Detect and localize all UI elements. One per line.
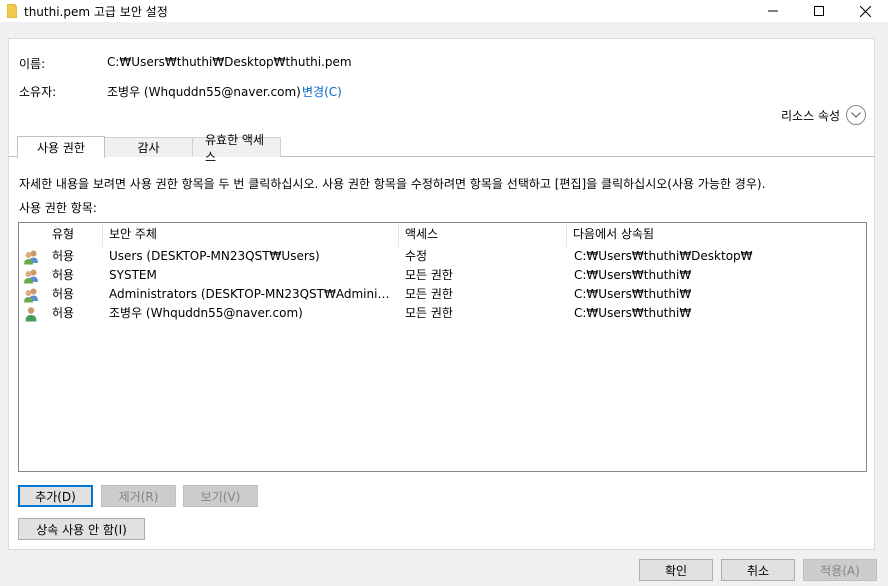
- row-type: 허용: [52, 306, 75, 320]
- row-principal: Administrators (DESKTOP-MN23QST₩Administ…: [109, 287, 393, 301]
- table-row[interactable]: 허용 Users (DESKTOP-MN23QST₩Users) 수정 C:₩U…: [19, 247, 866, 266]
- row-type: 허용: [52, 287, 75, 301]
- table-row[interactable]: 허용 조병우 (Whquddn55@naver.com) 모든 권한 C:₩Us…: [19, 304, 866, 323]
- resource-properties-toggle[interactable]: 리소스 속성: [781, 105, 866, 125]
- row-inherited: C:₩Users₩thuthi₩: [574, 287, 692, 301]
- row-principal: Users (DESKTOP-MN23QST₩Users): [109, 249, 320, 263]
- close-icon: [859, 5, 871, 17]
- owner-value: 조병우 (Whquddn55@naver.com): [107, 85, 301, 99]
- group-icon: [24, 250, 38, 265]
- tab-permissions[interactable]: 사용 권한: [17, 136, 105, 158]
- tab-strip: 사용 권한 감사 유효한 액세스: [17, 133, 281, 164]
- expand-circle: [846, 105, 866, 125]
- user-icon: [25, 307, 37, 322]
- row-access: 모든 권한: [405, 306, 453, 320]
- row-inherited: C:₩Users₩thuthi₩: [574, 306, 692, 320]
- view-button[interactable]: 보기(V): [183, 485, 258, 507]
- remove-button[interactable]: 제거(R): [101, 485, 176, 507]
- group-icon: [24, 269, 38, 284]
- chevron-down-icon: [851, 112, 861, 118]
- row-inherited: C:₩Users₩thuthi₩Desktop₩: [574, 249, 753, 263]
- title-bar: thuthi.pem 고급 보안 설정: [0, 0, 888, 22]
- minimize-icon: [768, 10, 778, 12]
- apply-button[interactable]: 적용(A): [803, 559, 877, 581]
- disable-inheritance-button[interactable]: 상속 사용 안 함(I): [18, 518, 145, 540]
- row-inherited: C:₩Users₩thuthi₩: [574, 268, 692, 282]
- permission-entries-label: 사용 권한 항목:: [19, 201, 97, 215]
- file-icon: [7, 4, 17, 18]
- row-type: 허용: [52, 268, 75, 282]
- list-header: 유형 보안 주체 액세스 다음에서 상속됨: [19, 223, 866, 247]
- column-header-principal[interactable]: 보안 주체: [103, 223, 399, 247]
- tab-auditing[interactable]: 감사: [104, 137, 193, 157]
- add-button[interactable]: 추가(D): [18, 485, 93, 507]
- name-value: C:₩Users₩thuthi₩Desktop₩thuthi.pem: [107, 55, 352, 69]
- column-header-access[interactable]: 액세스: [399, 223, 567, 247]
- main-panel: 이름: C:₩Users₩thuthi₩Desktop₩thuthi.pem 소…: [8, 38, 875, 550]
- table-row[interactable]: 허용 SYSTEM 모든 권한 C:₩Users₩thuthi₩: [19, 266, 866, 285]
- description-text: 자세한 내용을 보려면 사용 권한 항목을 두 번 클릭하십시오. 사용 권한 …: [19, 177, 766, 191]
- row-access: 모든 권한: [405, 268, 453, 282]
- row-principal: 조병우 (Whquddn55@naver.com): [109, 306, 303, 320]
- change-owner-link[interactable]: 변경(C): [302, 83, 342, 100]
- close-button[interactable]: [842, 0, 888, 22]
- tab-effective-access[interactable]: 유효한 액세스: [192, 133, 281, 164]
- name-label: 이름:: [19, 57, 46, 71]
- owner-label: 소유자:: [19, 85, 57, 99]
- minimize-button[interactable]: [750, 0, 796, 22]
- permission-entries-list[interactable]: 유형 보안 주체 액세스 다음에서 상속됨 허용 Users (DESKTOP-…: [18, 222, 867, 472]
- column-header-type[interactable]: 유형: [46, 223, 103, 247]
- resource-properties-label: 리소스 속성: [780, 108, 840, 123]
- ok-button[interactable]: 확인: [639, 559, 713, 581]
- maximize-icon: [814, 6, 824, 16]
- table-row[interactable]: 허용 Administrators (DESKTOP-MN23QST₩Admin…: [19, 285, 866, 304]
- row-access: 모든 권한: [405, 287, 453, 301]
- window-title: thuthi.pem 고급 보안 설정: [24, 5, 168, 19]
- column-header-inherited[interactable]: 다음에서 상속됨: [567, 223, 866, 247]
- row-access: 수정: [405, 249, 428, 263]
- row-principal: SYSTEM: [109, 268, 157, 282]
- cancel-button[interactable]: 취소: [721, 559, 795, 581]
- group-icon: [24, 288, 38, 303]
- row-type: 허용: [52, 249, 75, 263]
- maximize-button[interactable]: [796, 0, 842, 22]
